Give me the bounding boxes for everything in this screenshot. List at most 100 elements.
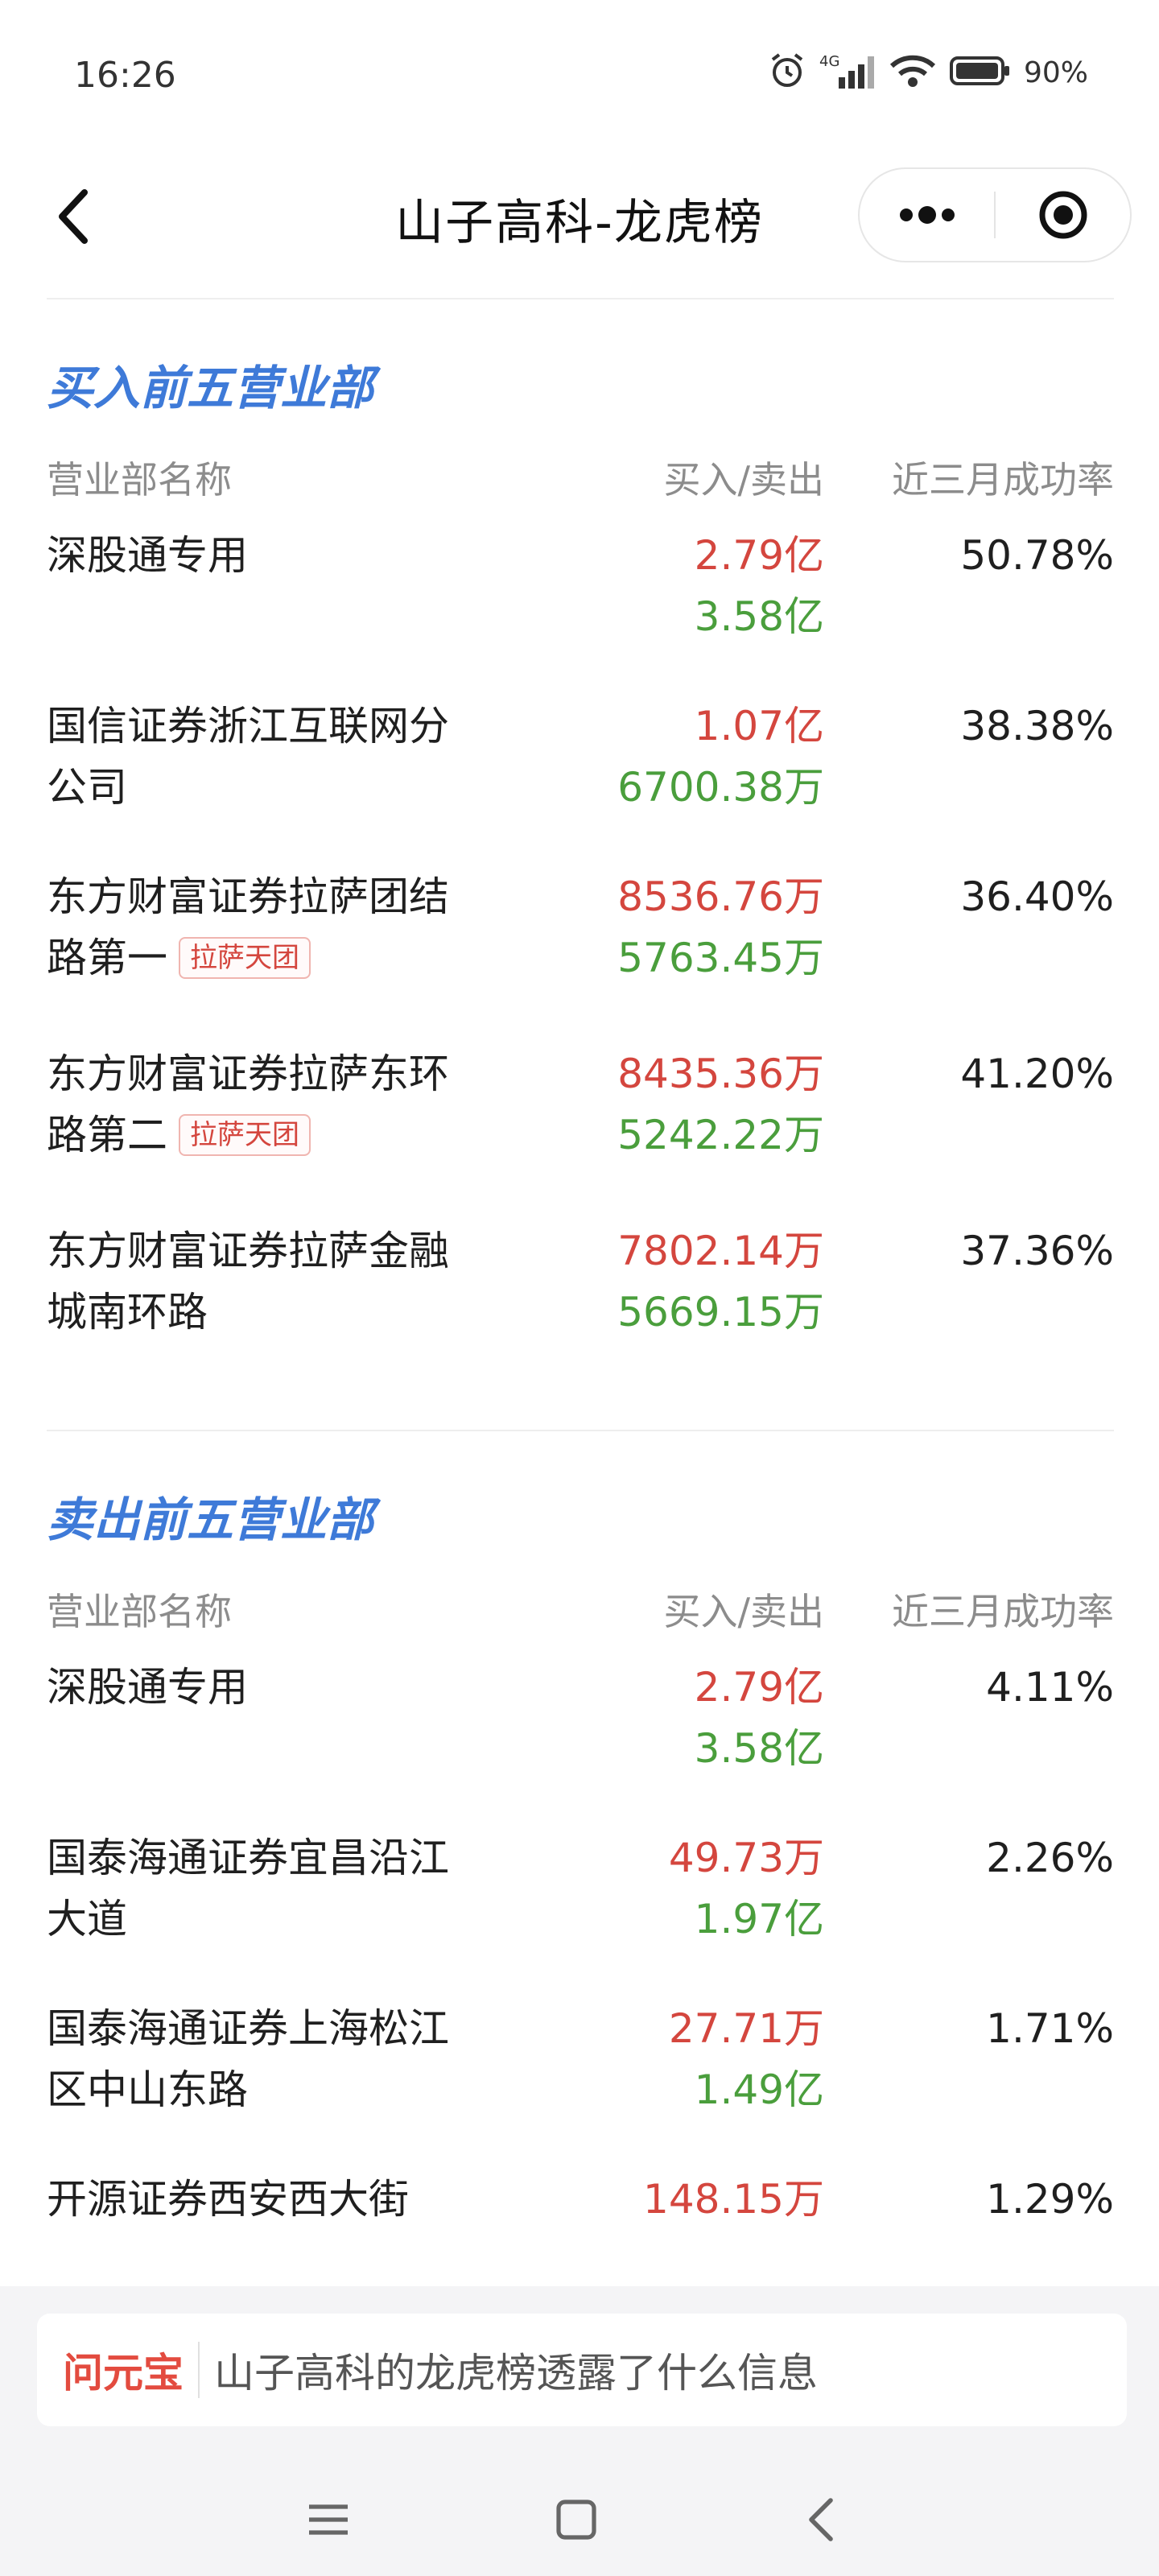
branch-name: 东方财富证券拉萨团结 路第一 拉萨天团 (47, 866, 530, 989)
buy-sell-values: 8536.76万 5763.45万 (617, 866, 824, 989)
branch-name-line: 深股通专用 (47, 1664, 248, 1711)
buy-value: 27.71万 (668, 2005, 824, 2052)
success-rate: 37.36% (960, 1228, 1114, 1274)
buy-sell-values: 49.73万 1.97亿 (669, 1827, 824, 1950)
buy-value: 2.79亿 (694, 1664, 824, 1711)
more-button[interactable] (860, 169, 994, 261)
home-nav-button[interactable] (544, 2487, 608, 2552)
sell-value: 5669.15万 (617, 1289, 824, 1335)
branch-name: 国泰海通证券上海松江 区中山东路 (47, 1998, 530, 2120)
ask-yuanbao-bar[interactable]: 问元宝 山子高科的龙虎榜透露了什么信息 (37, 2314, 1127, 2426)
success-rate: 36.40% (960, 873, 1114, 920)
buy-sell-values: 148.15万 (643, 2169, 824, 2230)
branch-name-line: 路第二 (47, 1112, 167, 1158)
buy-sell-values: 27.71万 1.49亿 (669, 1998, 824, 2120)
status-icons: 4G 90% (768, 52, 1088, 93)
branch-name: 国泰海通证券宜昌沿江 大道 (47, 1827, 530, 1950)
buy-table-header: 营业部名称 买入/卖出 近三月成功率 (47, 428, 1114, 525)
table-row[interactable]: 国泰海通证券上海松江 区中山东路 27.71万 1.49亿 1.71% (47, 1998, 1114, 2169)
column-buy-sell: 买入/卖出 (663, 1590, 825, 1633)
success-rate: 4.11% (986, 1664, 1114, 1711)
branch-name-line: 深股通专用 (47, 532, 248, 579)
ask-brand-label: 问元宝 (63, 2350, 184, 2396)
branch-name: 东方财富证券拉萨金融 城南环路 (47, 1220, 530, 1343)
success-rate: 38.38% (960, 703, 1114, 749)
close-miniprogram-button[interactable] (996, 169, 1130, 261)
status-time: 16:26 (74, 55, 176, 96)
table-row[interactable]: 国泰海通证券宜昌沿江 大道 49.73万 1.97亿 2.26% (47, 1827, 1114, 1998)
column-buy-sell: 买入/卖出 (663, 458, 825, 502)
success-rate: 1.29% (986, 2176, 1114, 2223)
branch-name-line: 东方财富证券拉萨东环 (47, 1051, 449, 1097)
network-type-label: 4G (819, 53, 839, 70)
buy-value: 148.15万 (643, 2176, 824, 2223)
sell-value: 3.58亿 (694, 593, 824, 640)
buy-sell-values: 8435.36万 5242.22万 (617, 1043, 824, 1166)
column-name: 营业部名称 (47, 458, 232, 502)
buy-value: 49.73万 (668, 1835, 824, 1881)
ask-separator (198, 2342, 200, 2398)
column-rate: 近三月成功率 (892, 458, 1114, 502)
branch-tag[interactable]: 拉萨天团 (179, 937, 311, 979)
more-dots-icon (899, 206, 955, 224)
buy-value: 8435.36万 (617, 1051, 824, 1097)
branch-tag[interactable]: 拉萨天团 (179, 1114, 311, 1156)
column-name: 营业部名称 (47, 1590, 232, 1633)
branch-name-line: 东方财富证券拉萨金融 (47, 1228, 449, 1274)
branch-name-line: 路第一 (47, 935, 167, 981)
branch-name: 东方财富证券拉萨东环 路第二 拉萨天团 (47, 1043, 530, 1166)
branch-name: 国信证券浙江互联网分 公司 (47, 696, 530, 818)
buy-value: 1.07亿 (694, 703, 824, 749)
buy-sell-values: 1.07亿 6700.38万 (617, 696, 824, 818)
success-rate: 1.71% (986, 2005, 1114, 2052)
branch-name-line: 开源证券西安西大街 (47, 2176, 409, 2223)
battery-level: 90% (1023, 56, 1088, 89)
sell-value: 5242.22万 (617, 1112, 824, 1158)
title-divider (47, 298, 1114, 299)
buy-section-title: 买入前五营业部 (47, 361, 374, 415)
branch-name: 开源证券西安西大街 (47, 2169, 530, 2230)
column-rate: 近三月成功率 (892, 1590, 1114, 1633)
branch-name: 深股通专用 (47, 1657, 530, 1718)
menu-icon (309, 2504, 348, 2535)
branch-name-line: 国信证券浙江互联网分 (47, 703, 449, 749)
buy-sell-values: 2.79亿 3.58亿 (695, 525, 824, 647)
branch-name-line: 东方财富证券拉萨团结 (47, 873, 449, 920)
branch-name: 深股通专用 (47, 525, 530, 586)
back-nav-button[interactable] (789, 2487, 853, 2552)
branch-name-line: 国泰海通证券上海松江 (47, 2005, 449, 2052)
table-row[interactable]: 东方财富证券拉萨东环 路第二 拉萨天团 8435.36万 5242.22万 41.… (47, 1043, 1114, 1220)
target-icon (1039, 191, 1087, 239)
section-divider (47, 1430, 1114, 1431)
branch-name-line: 大道 (47, 1896, 127, 1942)
buy-value: 2.79亿 (694, 532, 824, 579)
system-nav-bar (0, 2463, 1159, 2576)
success-rate: 2.26% (986, 1835, 1114, 1881)
branch-name-line: 公司 (47, 764, 127, 811)
buy-section: 买入前五营业部 营业部名称 买入/卖出 近三月成功率 深股通专用 2.79亿 3… (47, 348, 1114, 1391)
buy-value: 7802.14万 (617, 1228, 824, 1274)
menu-nav-button[interactable] (296, 2487, 361, 2552)
table-row[interactable]: 国信证券浙江互联网分 公司 1.07亿 6700.38万 38.38% (47, 696, 1114, 866)
battery-icon (949, 55, 1011, 90)
sell-value: 1.49亿 (694, 2066, 824, 2113)
table-row[interactable]: 深股通专用 2.79亿 3.58亿 4.11% (47, 1657, 1114, 1827)
sell-value: 3.58亿 (694, 1725, 824, 1772)
table-row[interactable]: 深股通专用 2.79亿 3.58亿 50.78% (47, 525, 1114, 696)
title-bar: 山子高科-龙虎榜 (0, 153, 1159, 298)
ask-prompt: 山子高科的龙虎榜透露了什么信息 (214, 2350, 818, 2396)
sell-value: 5763.45万 (617, 935, 824, 981)
buy-sell-values: 7802.14万 5669.15万 (617, 1220, 824, 1343)
miniprogram-capsule (858, 167, 1132, 262)
buy-sell-values: 2.79亿 3.58亿 (695, 1657, 824, 1779)
sell-value: 1.97亿 (694, 1896, 824, 1942)
branch-name-line: 国泰海通证券宜昌沿江 (47, 1835, 449, 1881)
branch-name-line: 城南环路 (47, 1289, 208, 1335)
sell-value: 6700.38万 (617, 764, 824, 811)
sell-table-header: 营业部名称 买入/卖出 近三月成功率 (47, 1560, 1114, 1657)
table-row[interactable]: 东方财富证券拉萨团结 路第一 拉萨天团 8536.76万 5763.45万 36.… (47, 866, 1114, 1043)
wifi-icon (889, 52, 937, 93)
sell-section-title: 卖出前五营业部 (47, 1492, 374, 1547)
table-row[interactable]: 东方财富证券拉萨金融 城南环路 7802.14万 5669.15万 37.36% (47, 1220, 1114, 1391)
alarm-icon (768, 52, 806, 93)
